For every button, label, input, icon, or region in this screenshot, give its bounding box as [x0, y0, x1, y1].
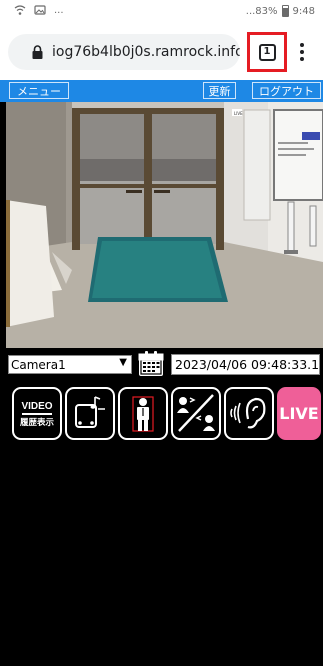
person-detect-icon: [132, 396, 154, 432]
clock: 9:48: [292, 5, 315, 17]
speaker-music-icon: [75, 396, 105, 428]
person-detect-button[interactable]: [118, 387, 168, 440]
overflow-menu-icon[interactable]: [296, 40, 308, 64]
tab-count: 1: [258, 43, 276, 61]
door-sign-text: LIVE: [234, 111, 243, 116]
video-history-button[interactable]: VIDEO 履歴表示: [12, 387, 62, 440]
sound-alert-button[interactable]: [65, 387, 115, 440]
status-bar: ... ...83% 9:48: [0, 0, 323, 24]
talk-back-button[interactable]: [171, 387, 221, 440]
datetime-field[interactable]: 2023/04/06 09:48:33.1: [171, 354, 320, 375]
two-way-talk-icon: [177, 394, 215, 432]
calendar-button[interactable]: [138, 350, 164, 377]
wifi-icon: [14, 4, 26, 16]
video-label: VIDEO: [21, 401, 53, 412]
logout-button[interactable]: ログアウト: [252, 82, 321, 99]
notification-overflow: ...: [54, 4, 64, 16]
function-icon-row: VIDEO 履歴表示 LIVE: [0, 387, 323, 441]
history-label: 履歴表示: [19, 418, 54, 428]
gallery-notification-icon: [34, 4, 46, 16]
camera-live-view[interactable]: LIVE: [6, 102, 323, 348]
menu-button[interactable]: メニュー: [9, 82, 69, 99]
calendar-icon: [138, 351, 164, 376]
live-label: LIVE: [279, 404, 319, 423]
browser-toolbar: iog76b4lb0j0s.ramrock.info/| 1: [0, 24, 323, 80]
live-button[interactable]: LIVE: [277, 387, 321, 440]
camera-control-row: Camera1 ▼ 2023/04/06 09:48:33.1: [0, 350, 323, 380]
dropdown-arrow-icon: ▼: [119, 357, 127, 368]
refresh-button[interactable]: 更新: [203, 82, 236, 99]
app-header: メニュー 更新 ログアウト: [0, 80, 323, 102]
address-bar[interactable]: iog76b4lb0j0s.ramrock.info/|: [8, 34, 240, 70]
listen-button[interactable]: [224, 387, 274, 440]
url-text: iog76b4lb0j0s.ramrock.info/|: [52, 44, 240, 60]
lock-icon: [32, 45, 43, 59]
battery-icon: [281, 5, 289, 17]
camera-select-value: Camera1: [11, 357, 66, 372]
battery-percent: ...83%: [245, 5, 278, 17]
ear-sound-icon: [230, 397, 266, 429]
camera-select[interactable]: Camera1 ▼: [8, 355, 132, 374]
tab-switcher-button[interactable]: 1: [247, 32, 287, 72]
video-divider: [22, 413, 52, 415]
